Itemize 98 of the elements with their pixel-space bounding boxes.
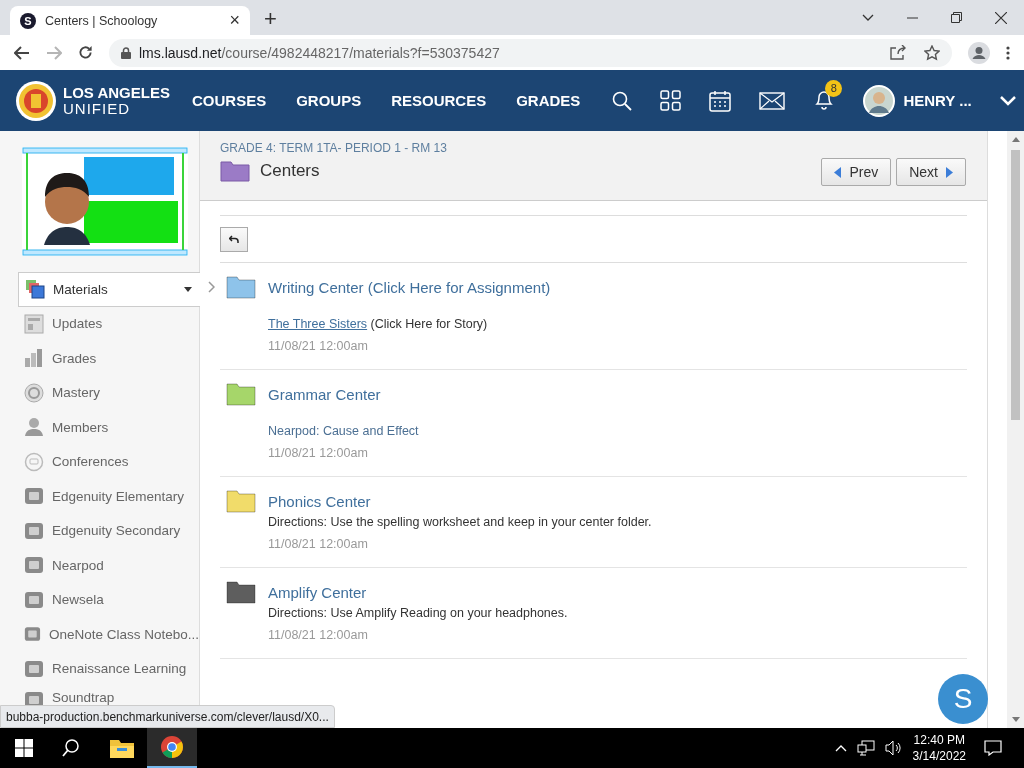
scroll-up-icon[interactable]	[1011, 137, 1020, 142]
page-title: Centers	[260, 161, 320, 181]
sidebar-item[interactable]: Edgenuity Secondary	[18, 513, 199, 548]
close-icon[interactable]	[995, 11, 1007, 24]
folder-icon	[220, 160, 250, 182]
app-icon	[24, 486, 44, 507]
calendar-icon[interactable]	[709, 89, 732, 112]
item-date: 11/08/21 12:00am	[268, 537, 369, 551]
undo-icon	[229, 235, 239, 244]
caret-right-icon	[946, 166, 953, 178]
lock-icon	[121, 46, 131, 59]
caret-icon[interactable]	[184, 286, 192, 292]
url-text: lms.lausd.net/course/4982448217/materials?f=530375427	[139, 44, 500, 61]
sidebar-item[interactable]: Renaissance Learning	[18, 651, 199, 686]
caret-left-icon	[834, 166, 842, 178]
item-description: Directions: Use Amplify Reading on your headphones.	[268, 606, 568, 620]
story-link[interactable]: The Three Sisters	[268, 317, 368, 331]
clock-date[interactable]: 3/14/2022	[912, 748, 966, 764]
status-url-tooltip: bubba-production.benchmarkuniverse.com/clever/lausd/X0...	[0, 705, 335, 728]
back-icon[interactable]	[14, 45, 30, 60]
sidebar-item[interactable]: Mastery	[18, 375, 199, 410]
chat-bubble-icon	[24, 451, 44, 472]
seal-icon	[15, 79, 57, 122]
next-button[interactable]: Next	[896, 158, 966, 186]
app-icon	[24, 589, 44, 610]
nav-link[interactable]: COURSES	[191, 92, 267, 109]
sidebar-item[interactable]: Materials	[18, 272, 200, 307]
nav-link[interactable]: GRADES	[516, 92, 581, 109]
favicon: S	[20, 12, 36, 29]
avatar[interactable]	[863, 84, 896, 117]
prev-button[interactable]: Prev	[821, 158, 892, 186]
apps-grid-icon[interactable]	[660, 90, 682, 111]
folder-title-link[interactable]: Writing Center (Click Here for Assignment)	[268, 277, 551, 299]
logo-subtitle: UNIFIED	[63, 100, 131, 117]
close-tab-button[interactable]: ×	[229, 10, 240, 31]
scrollbar-thumb[interactable]	[1011, 150, 1020, 420]
user-name[interactable]: HENRY ...	[903, 92, 972, 109]
star-icon[interactable]	[924, 44, 940, 61]
folder-title-link[interactable]: Phonics Center	[268, 491, 652, 513]
person-icon	[24, 417, 44, 438]
share-icon[interactable]	[890, 45, 906, 60]
notifications-icon[interactable]	[984, 740, 1002, 756]
chevron-up-icon[interactable]	[834, 744, 847, 752]
item-date: 11/08/21 12:00am	[268, 339, 369, 353]
updates-icon	[24, 313, 44, 334]
tab-search-icon[interactable]	[862, 13, 874, 22]
folder-icon	[226, 275, 256, 299]
folder-title-link[interactable]: Grammar Center	[268, 384, 419, 406]
app-icon	[24, 658, 44, 679]
sidebar-item[interactable]: OneNote Class Notebo...	[18, 617, 199, 652]
restore-icon[interactable]	[951, 12, 962, 23]
tab-title: Centers | Schoology	[45, 13, 159, 28]
minimize-icon[interactable]	[907, 16, 918, 19]
scroll-down-icon[interactable]	[1011, 717, 1020, 722]
nav-link[interactable]: GROUPS	[296, 92, 362, 109]
sidebar-item[interactable]: Edgenuity Elementary	[18, 479, 199, 514]
bar-chart-icon	[24, 348, 44, 369]
chevron-down-icon[interactable]	[999, 95, 1016, 106]
profile-icon[interactable]	[968, 41, 990, 64]
app-icon	[24, 555, 44, 576]
breadcrumb[interactable]: GRADE 4: TERM 1TA- PERIOD 1 - RM 13	[220, 141, 447, 155]
back-button[interactable]	[220, 227, 248, 252]
reload-icon[interactable]	[78, 45, 93, 60]
mail-icon[interactable]	[759, 91, 786, 110]
address-bar[interactable]: lms.lausd.net/course/4982448217/materials?f=530375427	[109, 38, 952, 67]
item-date: 11/08/21 12:00am	[268, 628, 369, 642]
chevron-right-icon[interactable]	[208, 281, 215, 293]
scrollbar[interactable]	[1007, 131, 1024, 728]
materials-icon	[25, 279, 45, 300]
item-description: The Three Sisters (Click Here for Story)	[268, 317, 489, 331]
target-icon	[24, 382, 44, 403]
new-tab-button[interactable]: +	[264, 7, 277, 31]
attachment-link[interactable]: Nearpod: Cause and Effect	[268, 424, 419, 438]
menu-icon[interactable]	[1006, 45, 1010, 60]
browser-tab[interactable]: S Centers | Schoology ×	[10, 6, 250, 35]
item-date: 11/08/21 12:00am	[268, 446, 369, 460]
windows-start-icon[interactable]	[15, 739, 33, 757]
sidebar-item[interactable]: Grades	[18, 341, 199, 376]
app-icon	[24, 520, 44, 541]
nav-link[interactable]: RESOURCES	[391, 92, 487, 109]
sidebar-item[interactable]: Updates	[18, 306, 199, 341]
search-icon[interactable]	[612, 90, 633, 111]
network-icon[interactable]	[856, 740, 875, 756]
chat-button[interactable]: S	[938, 674, 988, 724]
volume-icon[interactable]	[884, 740, 903, 756]
logo-title: LOS ANGELES	[63, 84, 170, 101]
browser-taskbar-button[interactable]	[147, 728, 197, 768]
sidebar-item[interactable]: Conferences	[18, 444, 199, 479]
search-icon[interactable]	[62, 739, 80, 757]
folder-title-link[interactable]: Amplify Center	[268, 582, 568, 604]
item-description: Directions: Use the spelling worksheet and keep in your center folder.	[268, 515, 652, 529]
clock-time[interactable]: 12:40 PM	[913, 732, 965, 748]
folder-icon	[110, 738, 134, 758]
notification-badge: 8	[825, 79, 843, 97]
sidebar-item[interactable]: Newsela	[18, 582, 199, 617]
browser-logo-icon	[161, 736, 183, 758]
sidebar-item[interactable]: Nearpod	[18, 548, 199, 583]
sidebar-item[interactable]: Members	[18, 410, 199, 445]
